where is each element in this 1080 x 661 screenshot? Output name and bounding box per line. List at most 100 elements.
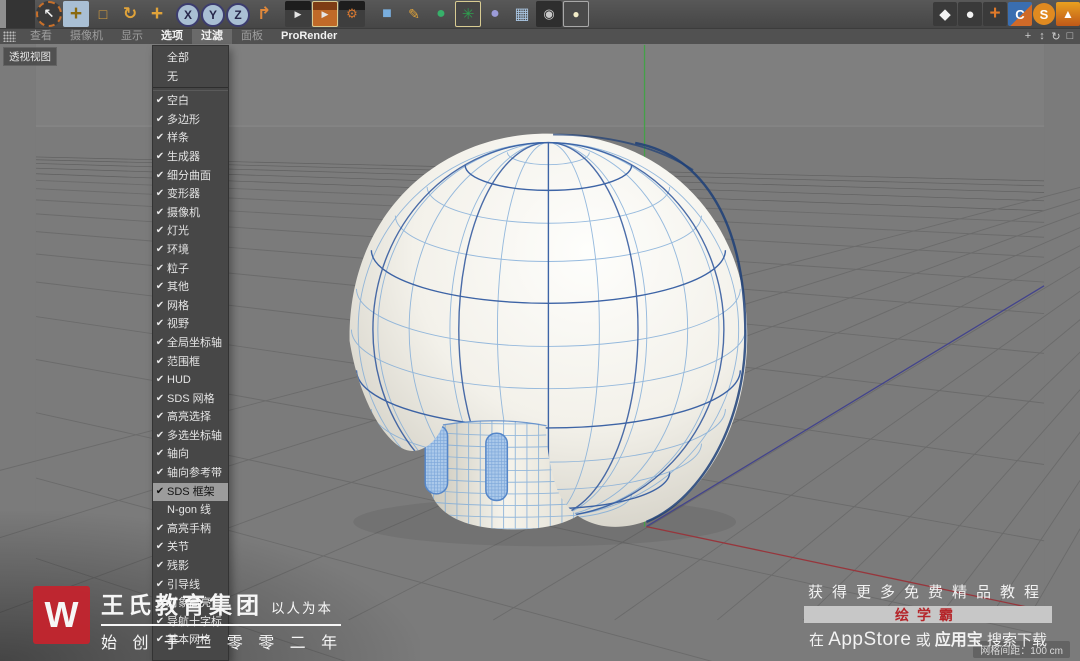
- filter-menu-item[interactable]: ✔ 灯光: [153, 222, 228, 241]
- y-axis-lock-icon[interactable]: Y: [201, 3, 225, 27]
- check-icon: ✔: [155, 467, 165, 479]
- rotate-tool-icon[interactable]: ↻: [117, 1, 143, 27]
- filter-menu-item-label: 环境: [167, 243, 189, 256]
- filter-menu-item-label: 细分曲面: [167, 169, 211, 182]
- rotate-view-icon[interactable]: ↻: [1050, 30, 1062, 43]
- filter-menu-item[interactable]: 全部: [153, 49, 228, 68]
- filter-menu-item-label: 视野: [167, 318, 189, 331]
- dolly-view-icon[interactable]: ↕: [1036, 30, 1048, 43]
- filter-menu-item[interactable]: ✔ 摄像机: [153, 204, 228, 223]
- subdivision-surface-icon[interactable]: ●: [428, 1, 454, 27]
- add-cube-primitive-icon[interactable]: ■: [374, 1, 400, 27]
- check-icon: ✔: [155, 281, 165, 293]
- filter-menu-item[interactable]: ✔ 变形器: [153, 185, 228, 204]
- filter-menu-item[interactable]: ✔ 粒子: [153, 260, 228, 279]
- filter-menu-item-label: 残影: [167, 560, 189, 573]
- last-used-move-tool-icon[interactable]: +: [144, 1, 170, 27]
- z-axis-lock-icon[interactable]: Z: [226, 3, 250, 27]
- filter-menu-item[interactable]: ✔ 空白: [153, 92, 228, 111]
- filter-menu-item-label: HUD: [167, 374, 191, 387]
- filter-dropdown-menu: 全部无 ✔ 空白 ✔ 多边形 ✔ 样条 ✔ 生成器 ✔ 细分曲面 ✔ 变形器 ✔ 摄像机 ✔ 灯光 ✔ 环境 ✔ 粒子 ✔…: [152, 45, 229, 661]
- filter-menu-item-label: 多边形: [167, 113, 200, 126]
- filter-menu-item[interactable]: ✔ 其他: [153, 278, 228, 297]
- filter-menu-item[interactable]: ✔ 全局坐标轴: [153, 334, 228, 353]
- filter-menu-item[interactable]: ✔ 关节: [153, 538, 228, 557]
- filter-menu-item[interactable]: N-gon 线: [153, 501, 228, 520]
- paper-plane-icon[interactable]: ◆: [933, 2, 957, 26]
- filter-menu-item[interactable]: ✔ 高亮手柄: [153, 520, 228, 539]
- filter-menu-item-label: 高亮手柄: [167, 522, 211, 535]
- brand-name: 绘学霸: [895, 606, 961, 623]
- filter-menu-item[interactable]: ✔ SDS 网格: [153, 390, 228, 409]
- menu-显示[interactable]: 显示: [112, 29, 152, 44]
- check-icon: ✔: [155, 560, 165, 572]
- filter-menu-item[interactable]: ✔ 多边形: [153, 111, 228, 130]
- deformer-icon[interactable]: ✳: [455, 1, 481, 27]
- camera-object-icon[interactable]: ◉: [536, 1, 562, 27]
- menu-过滤[interactable]: 过滤: [192, 29, 232, 44]
- spline-pen-icon[interactable]: ✎: [401, 1, 427, 27]
- filter-menu-item[interactable]: ✔ 细分曲面: [153, 167, 228, 186]
- check-icon: ✔: [155, 392, 165, 404]
- filter-menu-item[interactable]: ✔ HUD: [153, 371, 228, 390]
- viewport-menubar: 查看 摄像机 显示 选项 过滤 面板 ProRender + ↕ ↻ □: [0, 28, 1080, 44]
- filter-menu-item[interactable]: ✔ 环境: [153, 241, 228, 260]
- check-icon: ✔: [155, 113, 165, 125]
- toolbar-corner-block: [6, 0, 35, 28]
- environment-object-icon[interactable]: ●: [482, 1, 508, 27]
- filter-menu-item[interactable]: ✔ 生成器: [153, 148, 228, 167]
- move-tool-icon[interactable]: +: [63, 1, 89, 27]
- yingyongbao-text: 应用宝: [934, 632, 983, 649]
- check-icon: ✔: [155, 318, 165, 330]
- check-icon: ✔: [155, 169, 165, 181]
- check-icon: ✔: [155, 150, 165, 162]
- toggle-view-icon[interactable]: □: [1064, 30, 1076, 43]
- menu-ProRender[interactable]: ProRender: [272, 29, 346, 44]
- check-icon: ✔: [155, 429, 165, 441]
- pan-view-icon[interactable]: +: [1022, 30, 1034, 43]
- filter-menu-item[interactable]: ✔ SDS 框架: [153, 482, 228, 502]
- render-view-icon[interactable]: ▶: [285, 1, 311, 27]
- light-object-icon[interactable]: ●: [563, 1, 589, 27]
- render-settings-icon[interactable]: ⚙: [339, 1, 365, 27]
- filter-menu-item[interactable]: ✔ 轴向: [153, 445, 228, 464]
- watermark-divider: [101, 624, 341, 626]
- filter-menu-item[interactable]: ✔ 视野: [153, 315, 228, 334]
- menu-查看[interactable]: 查看: [21, 29, 61, 44]
- check-icon: ✔: [155, 95, 165, 107]
- filter-menu-item[interactable]: ✔ 范围框: [153, 353, 228, 372]
- filter-menu-item[interactable]: 无: [153, 68, 228, 87]
- floor-grid-icon[interactable]: ▦: [509, 1, 535, 27]
- filter-menu-item[interactable]: ✔ 残影: [153, 557, 228, 576]
- filter-menu-item-label: 无: [167, 70, 178, 83]
- scale-tool-icon[interactable]: □: [90, 1, 116, 27]
- menu-面板[interactable]: 面板: [232, 29, 272, 44]
- filter-menu-item[interactable]: ✔ 网格: [153, 297, 228, 316]
- render-picture-viewer-icon[interactable]: ▶: [312, 1, 338, 27]
- check-icon: ✔: [155, 411, 165, 423]
- check-icon: ✔: [155, 132, 165, 144]
- x-axis-lock-icon[interactable]: X: [176, 3, 200, 27]
- cylinder-icon[interactable]: ●: [958, 2, 982, 26]
- content-browser-icon[interactable]: C: [1008, 2, 1032, 26]
- filter-menu-item-label: 轴向参考带: [167, 467, 222, 480]
- menu-separator: [153, 87, 228, 92]
- company-name: 王氏教育集团: [101, 592, 263, 618]
- filter-menu-item[interactable]: ✔ 轴向参考带: [153, 464, 228, 483]
- substance-icon[interactable]: S: [1033, 3, 1055, 25]
- shield-icon[interactable]: ▲: [1056, 2, 1080, 26]
- filter-menu-item[interactable]: ✔ 样条: [153, 129, 228, 148]
- filter-menu-item-label: 轴向: [167, 448, 189, 461]
- menu-选项[interactable]: 选项: [152, 29, 192, 44]
- menu-摄像机[interactable]: 摄像机: [61, 29, 112, 44]
- check-icon: [153, 68, 167, 87]
- filter-menu-item-label: 网格: [167, 299, 189, 312]
- filter-menu-item[interactable]: ✔ 高亮选择: [153, 408, 228, 427]
- live-selection-tool-icon[interactable]: ↖: [36, 1, 62, 27]
- check-icon: [153, 49, 167, 68]
- filter-menu-item[interactable]: ✔ 多选坐标轴: [153, 427, 228, 446]
- coordinate-system-icon[interactable]: ↱: [251, 1, 277, 27]
- grid-dots-icon[interactable]: [3, 31, 16, 42]
- download-or: 或: [915, 632, 931, 649]
- orange-cross-icon[interactable]: +: [983, 2, 1007, 26]
